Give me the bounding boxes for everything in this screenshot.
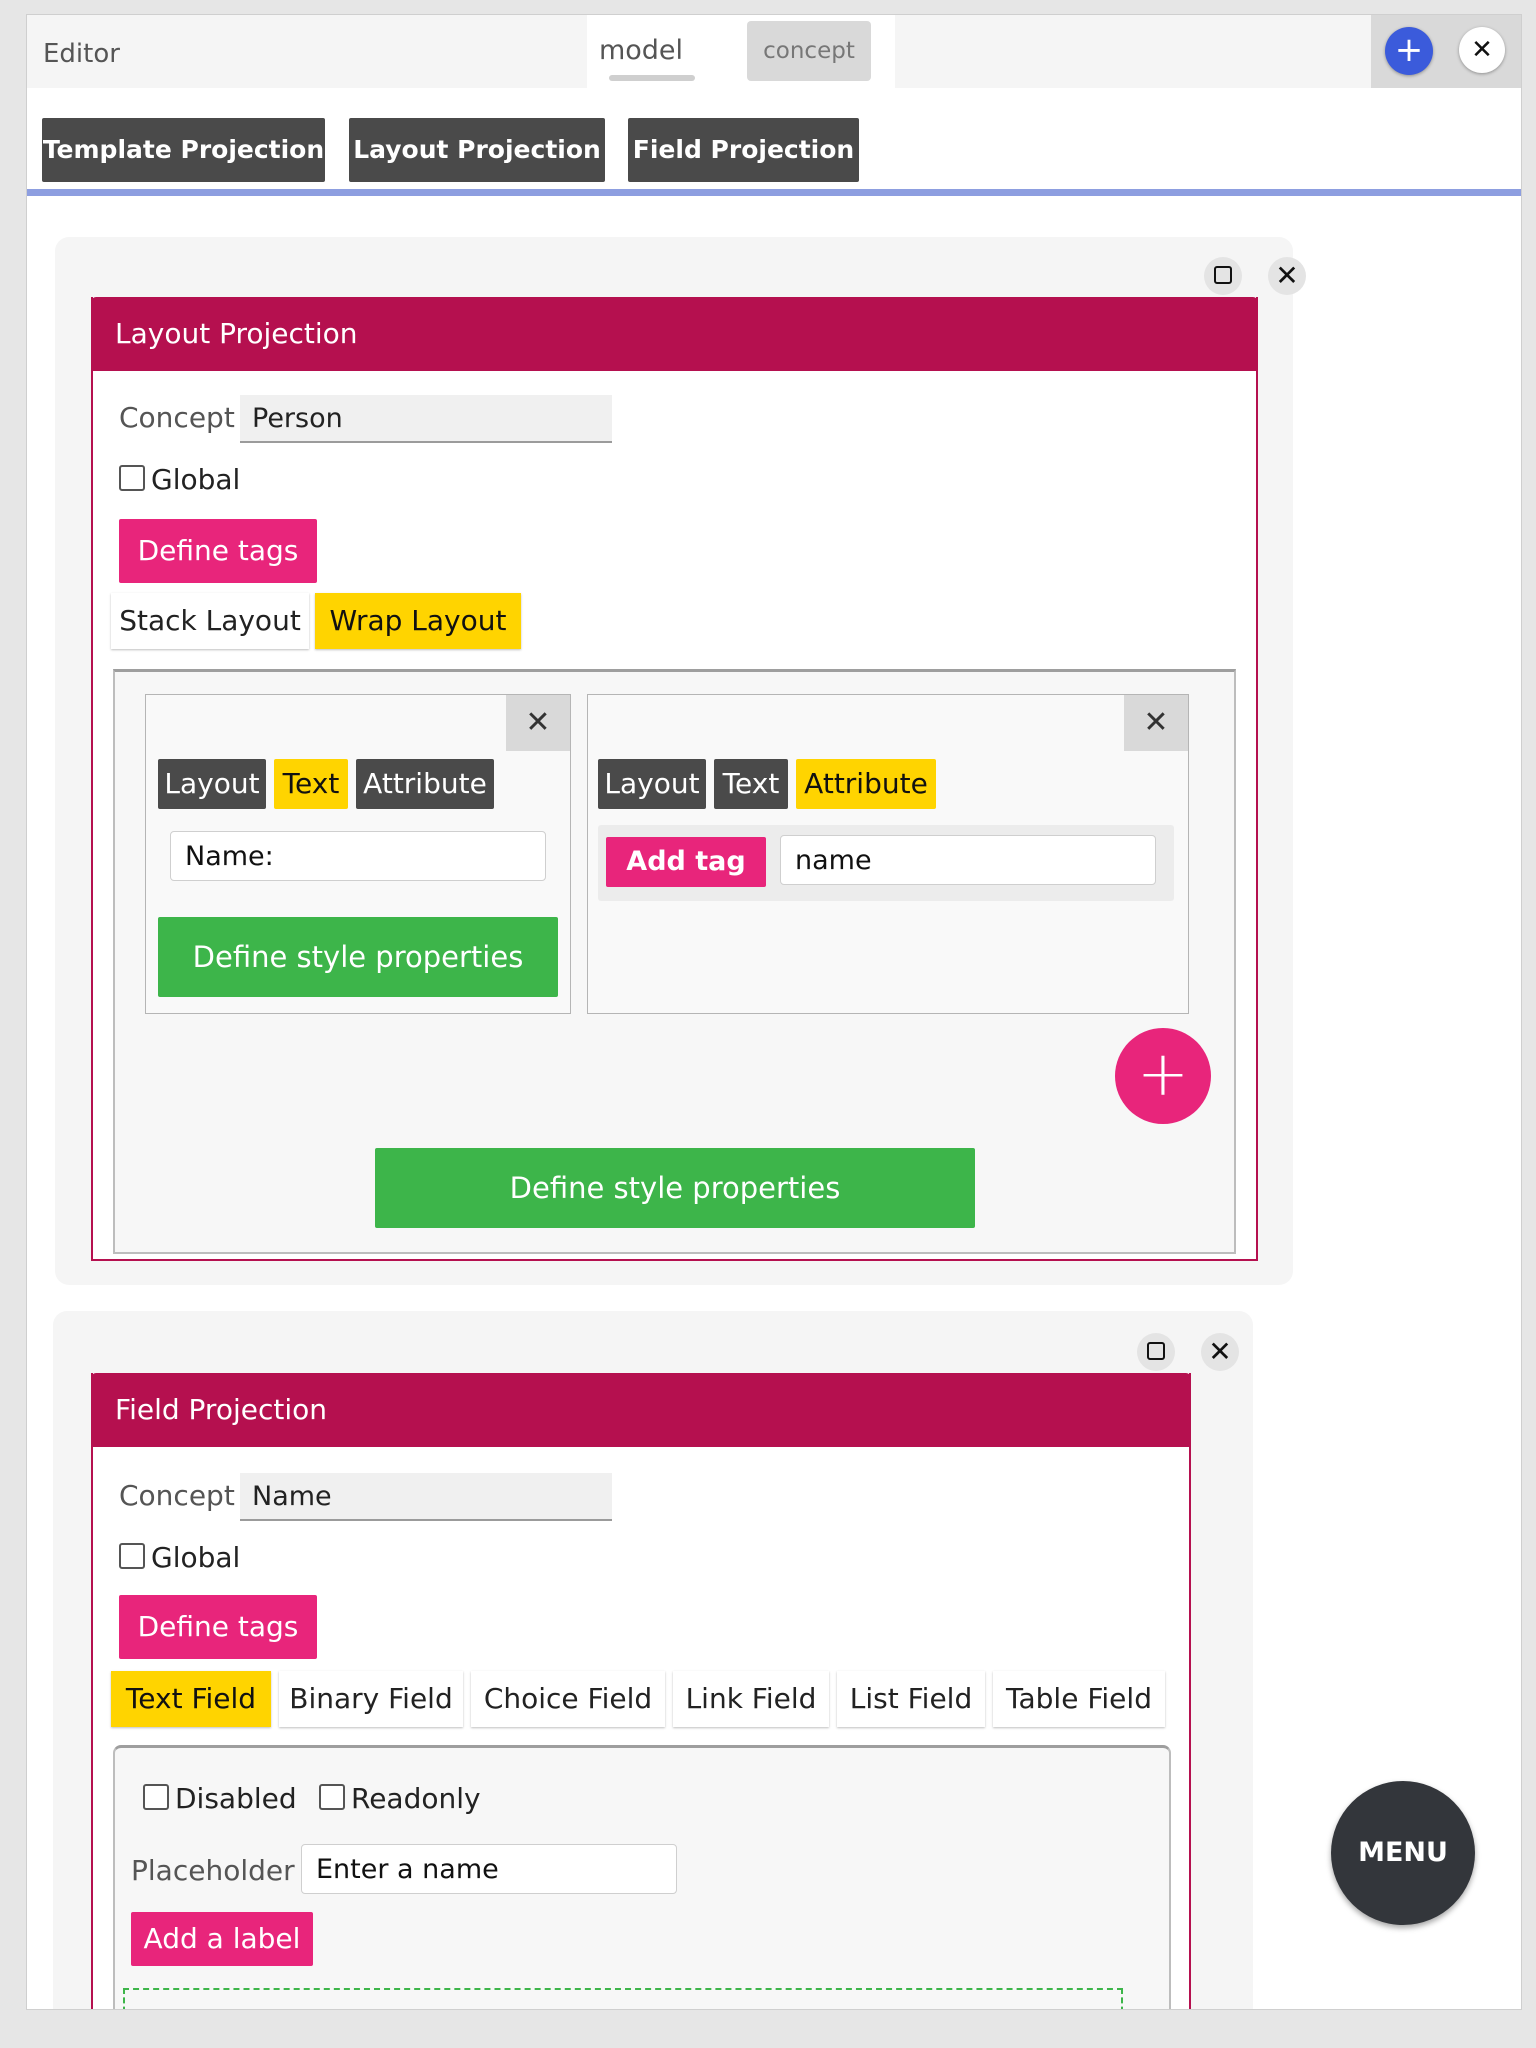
global-checkbox[interactable] — [119, 1543, 145, 1569]
global-checkbox-row[interactable]: Global — [119, 1541, 240, 1574]
option-list-field[interactable]: List Field — [837, 1671, 985, 1727]
close-icon: ✕ — [1275, 259, 1299, 292]
label-dropzone — [123, 1988, 1123, 2009]
menu-button[interactable]: MENU — [1331, 1781, 1475, 1925]
global-label: Global — [151, 1541, 241, 1574]
tab-concept[interactable]: concept — [747, 21, 871, 81]
wrap-layout-container: ✕ Layout Text Attribute Name: Define sty… — [113, 669, 1236, 1254]
layout-cell: ✕ Layout Text Attribute Add tag name — [587, 694, 1189, 1014]
add-cell-button[interactable]: + — [1115, 1028, 1211, 1124]
remove-cell-button[interactable]: ✕ — [506, 695, 570, 751]
placeholder-label: Placeholder — [131, 1854, 295, 1887]
layout-projection-card: Layout Projection Concept Person Global … — [91, 297, 1258, 1261]
tab-attribute[interactable]: Attribute — [796, 759, 936, 809]
option-choice-field[interactable]: Choice Field — [471, 1671, 665, 1727]
tab-model-label: model — [598, 35, 684, 66]
close-editor-button[interactable]: ✕ — [1459, 27, 1505, 73]
field-projection-panel: ✕ Field Projection Concept Name Global D… — [53, 1311, 1253, 2009]
text-input[interactable]: Name: — [170, 831, 546, 881]
field-projection-button[interactable]: Field Projection — [628, 118, 859, 182]
layout-cell: ✕ Layout Text Attribute Name: Define sty… — [145, 694, 571, 1014]
text-field-settings: Disabled Readonly Placeholder Enter a na… — [113, 1745, 1171, 2009]
tab-text[interactable]: Text — [274, 759, 348, 809]
tab-layout[interactable]: Layout — [158, 759, 266, 809]
placeholder-input[interactable]: Enter a name — [301, 1844, 677, 1894]
close-icon: ✕ — [525, 705, 551, 740]
toolbar-divider — [27, 189, 1521, 196]
plus-icon: + — [1137, 1037, 1189, 1110]
close-icon: ✕ — [1208, 1335, 1232, 1368]
tab-model[interactable]: model — [587, 15, 695, 88]
add-label-button[interactable]: Add a label — [131, 1912, 313, 1966]
add-tag-button[interactable]: Add tag — [606, 837, 766, 887]
close-icon: ✕ — [1143, 705, 1169, 740]
editor-window: Editor model concept + ✕ Template Projec… — [26, 14, 1522, 2010]
concept-field[interactable]: Person — [240, 395, 612, 443]
active-tab-indicator — [609, 75, 695, 81]
layout-projection-button[interactable]: Layout Projection — [349, 118, 605, 182]
maximize-icon — [1214, 266, 1232, 284]
define-tags-button[interactable]: Define tags — [119, 519, 317, 583]
layout-projection-title: Layout Projection — [91, 297, 1258, 371]
close-icon: ✕ — [1471, 35, 1493, 65]
disabled-checkbox-row[interactable]: Disabled — [143, 1782, 297, 1815]
maximize-button[interactable] — [1204, 257, 1242, 295]
plus-icon: + — [1394, 30, 1424, 70]
option-wrap-layout[interactable]: Wrap Layout — [315, 593, 521, 649]
global-label: Global — [151, 463, 241, 496]
global-checkbox[interactable] — [119, 465, 145, 491]
maximize-button[interactable] — [1137, 1333, 1175, 1371]
template-projection-button[interactable]: Template Projection — [42, 118, 325, 182]
concept-field[interactable]: Name — [240, 1473, 612, 1521]
disabled-checkbox[interactable] — [143, 1784, 169, 1810]
attribute-input[interactable]: name — [780, 835, 1156, 885]
define-tags-button[interactable]: Define tags — [119, 1595, 317, 1659]
concept-label: Concept — [119, 401, 235, 434]
readonly-label: Readonly — [351, 1782, 481, 1815]
field-projection-card: Field Projection Concept Name Global Def… — [91, 1373, 1191, 2009]
add-tab-button[interactable]: + — [1385, 27, 1433, 75]
option-text-field[interactable]: Text Field — [111, 1671, 271, 1727]
disabled-label: Disabled — [175, 1782, 297, 1815]
remove-cell-button[interactable]: ✕ — [1124, 695, 1188, 751]
option-table-field[interactable]: Table Field — [993, 1671, 1165, 1727]
readonly-checkbox-row[interactable]: Readonly — [319, 1782, 481, 1815]
concept-label: Concept — [119, 1479, 235, 1512]
app-title: Editor — [43, 39, 120, 69]
close-panel-button[interactable]: ✕ — [1201, 1333, 1239, 1371]
option-stack-layout[interactable]: Stack Layout — [111, 593, 309, 649]
option-binary-field[interactable]: Binary Field — [279, 1671, 463, 1727]
layout-projection-panel: ✕ Layout Projection Concept Person Globa… — [55, 237, 1306, 1285]
readonly-checkbox[interactable] — [319, 1784, 345, 1810]
field-projection-title: Field Projection — [91, 1373, 1191, 1447]
toolbar: Template Projection Layout Projection Fi… — [27, 88, 1521, 196]
define-style-properties-button[interactable]: Define style properties — [158, 917, 558, 997]
tab-text[interactable]: Text — [714, 759, 788, 809]
option-link-field[interactable]: Link Field — [673, 1671, 829, 1727]
define-style-properties-button[interactable]: Define style properties — [375, 1148, 975, 1228]
maximize-icon — [1147, 1342, 1165, 1360]
close-panel-button[interactable]: ✕ — [1268, 257, 1306, 295]
tab-attribute[interactable]: Attribute — [356, 759, 494, 809]
header-bar: Editor model concept + ✕ — [27, 15, 1521, 88]
global-checkbox-row[interactable]: Global — [119, 463, 240, 496]
tab-layout[interactable]: Layout — [598, 759, 706, 809]
